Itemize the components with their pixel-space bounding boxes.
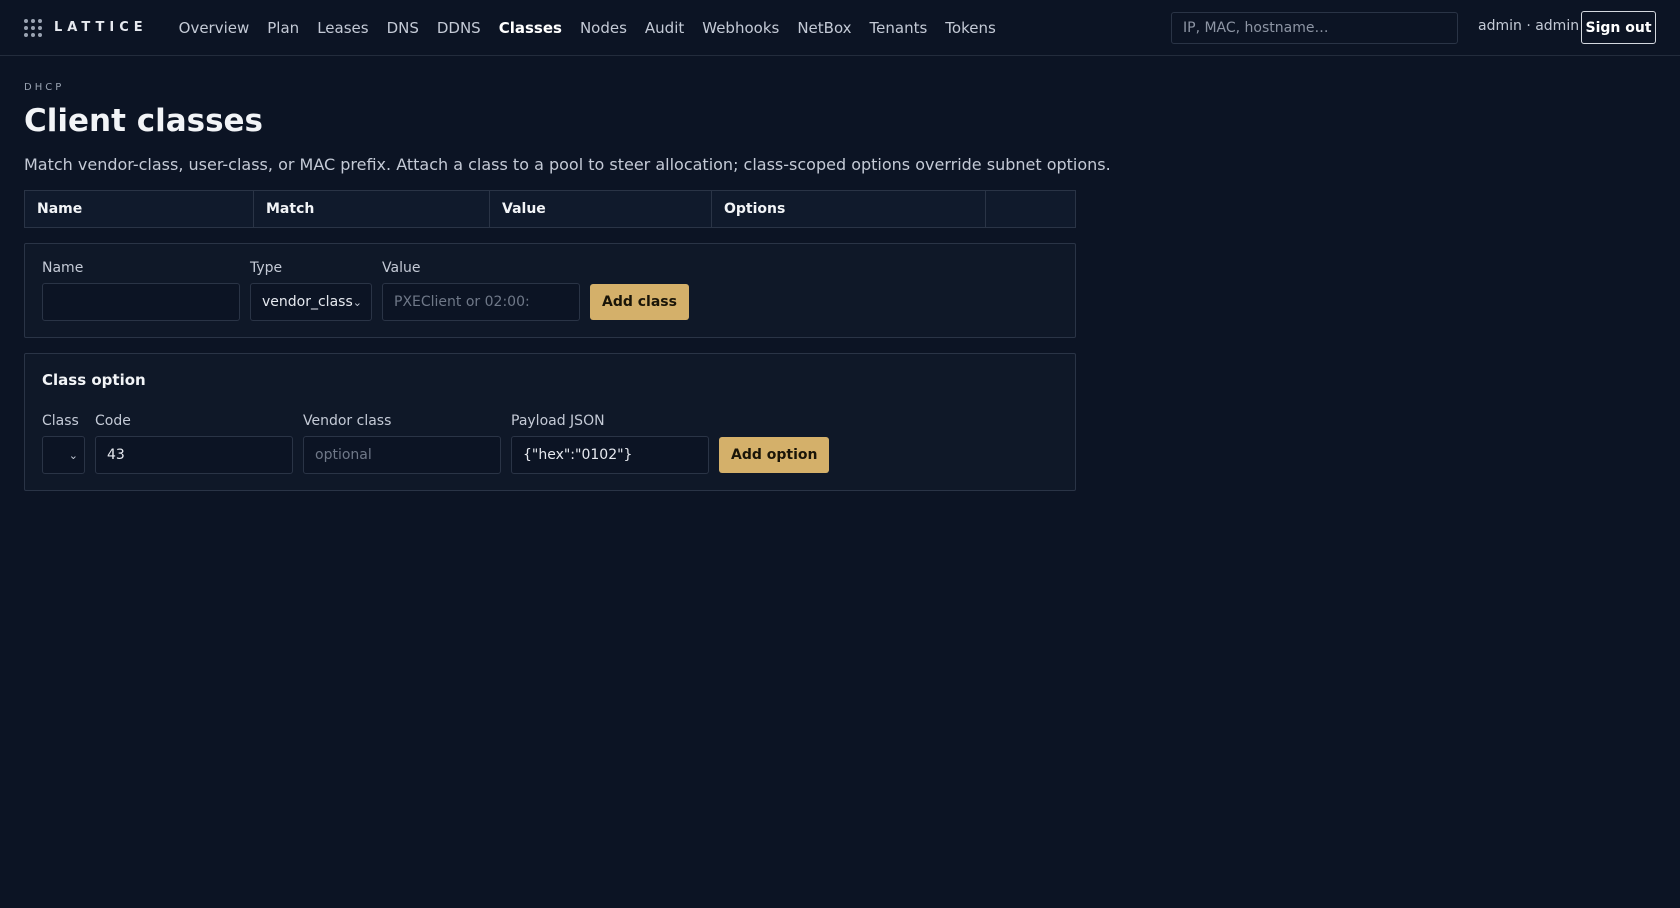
class-name-input[interactable] [42, 283, 240, 321]
nav-plan[interactable]: Plan [258, 19, 308, 37]
nav-dns[interactable]: DNS [378, 19, 428, 37]
class-type-select[interactable]: vendor_class ⌄ [250, 283, 372, 321]
value-label: Value [382, 260, 421, 276]
class-value-input[interactable] [382, 283, 580, 321]
name-label: Name [42, 260, 84, 276]
code-field: Code [95, 413, 293, 474]
column-header-actions [985, 190, 1076, 228]
page-description: Match vendor-class, user-class, or MAC p… [24, 155, 1111, 174]
column-header-value: Value [489, 190, 712, 228]
nav-leases[interactable]: Leases [308, 19, 377, 37]
vendor-class-field: Vendor class [303, 413, 501, 474]
add-class-button[interactable]: Add class [590, 284, 689, 320]
page-title: Client classes [24, 103, 264, 139]
classes-table: Name Match Value Options [24, 190, 1076, 228]
chevron-down-icon: ⌄ [68, 448, 78, 462]
nav-ddns[interactable]: DDNS [428, 19, 490, 37]
option-class-select[interactable]: ⌄ [42, 436, 85, 474]
chevron-down-icon: ⌄ [352, 295, 362, 309]
type-field: Type vendor_class ⌄ [250, 260, 372, 321]
nav-tenants[interactable]: Tenants [861, 19, 937, 37]
add-class-panel: Name Type vendor_class ⌄ Value Add class [24, 243, 1076, 338]
value-field: Value [382, 260, 580, 321]
search-input[interactable] [1171, 12, 1458, 44]
apps-grid-icon [24, 18, 42, 37]
class-field: Class ⌄ [42, 413, 85, 474]
nav-overview[interactable]: Overview [170, 19, 259, 37]
nav-tokens[interactable]: Tokens [936, 19, 1005, 37]
vendor-class-label: Vendor class [303, 413, 392, 429]
logo[interactable]: LATTICE [24, 18, 148, 37]
nav-netbox[interactable]: NetBox [788, 19, 860, 37]
section-eyebrow: DHCP [24, 82, 65, 93]
payload-json-input[interactable] [511, 436, 709, 474]
class-option-panel: Class option Class ⌄ Code Vendor class P… [24, 353, 1076, 491]
column-header-options: Options [711, 190, 986, 228]
type-label: Type [250, 260, 283, 276]
payload-label: Payload JSON [511, 413, 605, 429]
name-field: Name [42, 260, 240, 321]
option-code-input[interactable] [95, 436, 293, 474]
column-header-name: Name [24, 190, 254, 228]
class-option-title: Class option [42, 371, 146, 389]
nav-classes[interactable]: Classes [490, 19, 571, 37]
class-label: Class [42, 413, 79, 429]
nav-audit[interactable]: Audit [636, 19, 693, 37]
nav-nodes[interactable]: Nodes [571, 19, 636, 37]
add-option-button[interactable]: Add option [719, 437, 830, 473]
vendor-class-input[interactable] [303, 436, 501, 474]
sign-out-button[interactable]: Sign out [1581, 11, 1656, 44]
logo-text: LATTICE [54, 20, 148, 35]
code-label: Code [95, 413, 131, 429]
column-header-match: Match [253, 190, 490, 228]
main-nav: Overview Plan Leases DNS DDNS Classes No… [170, 19, 1005, 37]
main-content: DHCP Client classes Match vendor-class, … [0, 82, 1680, 491]
class-type-value: vendor_class [262, 294, 353, 310]
nav-webhooks[interactable]: Webhooks [693, 19, 788, 37]
payload-field: Payload JSON [511, 413, 709, 474]
current-user: admin · admin [1478, 18, 1580, 34]
top-nav-bar: LATTICE Overview Plan Leases DNS DDNS Cl… [0, 0, 1680, 56]
table-header-row: Name Match Value Options [24, 190, 1076, 228]
